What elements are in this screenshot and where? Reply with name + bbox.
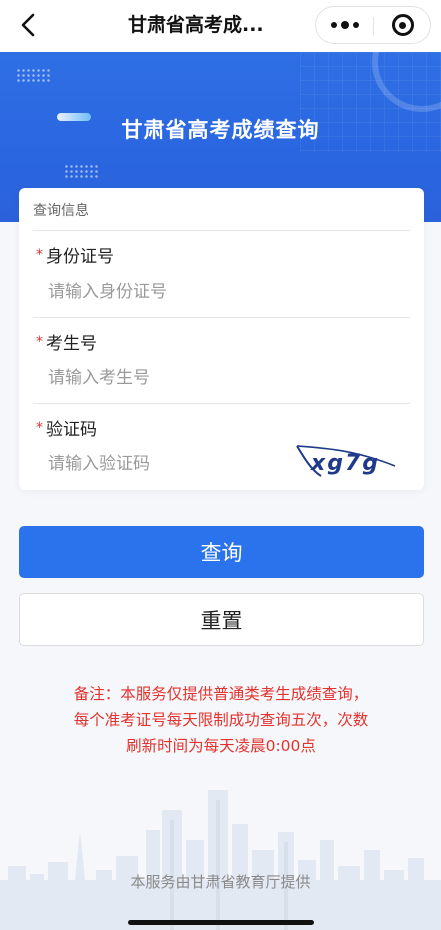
captcha-text: xg7g <box>310 451 380 476</box>
required-mark: * <box>36 420 43 436</box>
close-button[interactable] <box>374 7 431 43</box>
required-mark: * <box>36 334 43 350</box>
notice-line: 备注：本服务仅提供普通类考生成绩查询， <box>73 685 369 703</box>
captcha-label: * 验证码 <box>36 415 97 440</box>
target-circle-icon <box>391 14 414 36</box>
candidate-number-label-text: 考生号 <box>46 334 97 354</box>
back-button[interactable] <box>14 10 44 40</box>
mini-program-capsule <box>315 6 431 44</box>
footer-provider-text: 本服务由甘肃省教育厅提供 <box>130 873 311 891</box>
id-number-label-text: 身份证号 <box>46 247 114 267</box>
reset-button[interactable]: 重置 <box>19 593 424 646</box>
query-button[interactable]: 查询 <box>19 526 424 578</box>
required-mark: * <box>36 247 43 263</box>
more-button[interactable] <box>316 7 373 43</box>
banner-dots-decoration <box>16 68 50 82</box>
nav-title: 甘肃省高考成... <box>128 14 264 36</box>
divider <box>33 317 410 318</box>
city-skyline-illustration <box>0 790 441 930</box>
captcha-label-text: 验证码 <box>46 420 97 440</box>
divider <box>33 230 410 231</box>
more-dots-icon <box>330 21 359 29</box>
captcha-input[interactable] <box>48 450 278 478</box>
chevron-left-icon <box>21 13 35 37</box>
id-number-label: * 身份证号 <box>36 242 114 267</box>
page-title: 甘肃省高考成绩查询 <box>121 118 320 142</box>
candidate-number-input[interactable] <box>48 364 308 392</box>
form-section-header: 查询信息 <box>33 203 89 219</box>
home-indicator <box>128 920 314 925</box>
notice-text: 备注：本服务仅提供普通类考生成绩查询， 每个准考证号每天限制成功查询五次，次数 … <box>40 681 402 759</box>
candidate-number-label: * 考生号 <box>36 329 97 354</box>
nav-bar: 甘肃省高考成... <box>0 0 441 52</box>
captcha-image[interactable]: xg7g <box>295 442 399 480</box>
banner-dots-decoration <box>64 164 98 178</box>
notice-line: 刷新时间为每天凌晨0:00点 <box>126 737 316 755</box>
query-form-card: 查询信息 *身份证号 *考生号 *验证码 xg7g <box>19 188 424 490</box>
notice-line: 每个准考证号每天限制成功查询五次，次数 <box>73 711 369 729</box>
id-number-input[interactable] <box>48 278 308 306</box>
divider <box>33 403 410 404</box>
